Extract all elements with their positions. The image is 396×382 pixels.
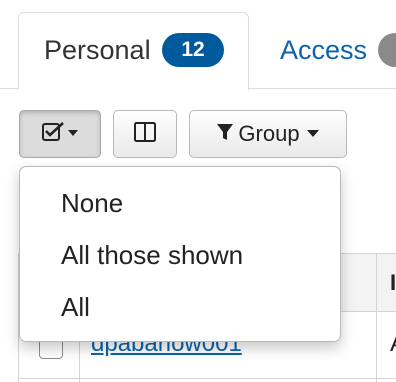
- select-all-option[interactable]: All: [20, 281, 340, 333]
- table-cell-next-column: A: [390, 330, 396, 358]
- tab-access-count-badge: [378, 33, 396, 67]
- select-all-shown-option[interactable]: All those shown: [20, 229, 340, 281]
- select-rows-dropdown-menu: None All those shown All: [19, 166, 341, 342]
- tab-personal-label[interactable]: Personal: [44, 33, 151, 67]
- table-row-border: [18, 378, 396, 379]
- tab-access-label[interactable]: Access: [280, 33, 367, 67]
- chevron-down-icon: [306, 125, 320, 143]
- columns-icon: [133, 121, 157, 148]
- table-name-col-border: [376, 253, 377, 382]
- group-by-label: Group: [238, 121, 300, 146]
- checkbox-check-icon: [41, 121, 79, 148]
- tab-personal-count-badge: 12: [162, 33, 224, 67]
- select-none-option[interactable]: None: [20, 177, 340, 229]
- filter-icon: [216, 122, 234, 147]
- table-header-next-column[interactable]: I: [390, 270, 396, 296]
- columns-toggle-button[interactable]: [113, 110, 177, 158]
- group-by-button[interactable]: Group: [189, 110, 347, 158]
- user-list-page: Personal 12 Access Group I dpabarlow001 …: [0, 0, 396, 382]
- select-rows-button[interactable]: [19, 110, 101, 158]
